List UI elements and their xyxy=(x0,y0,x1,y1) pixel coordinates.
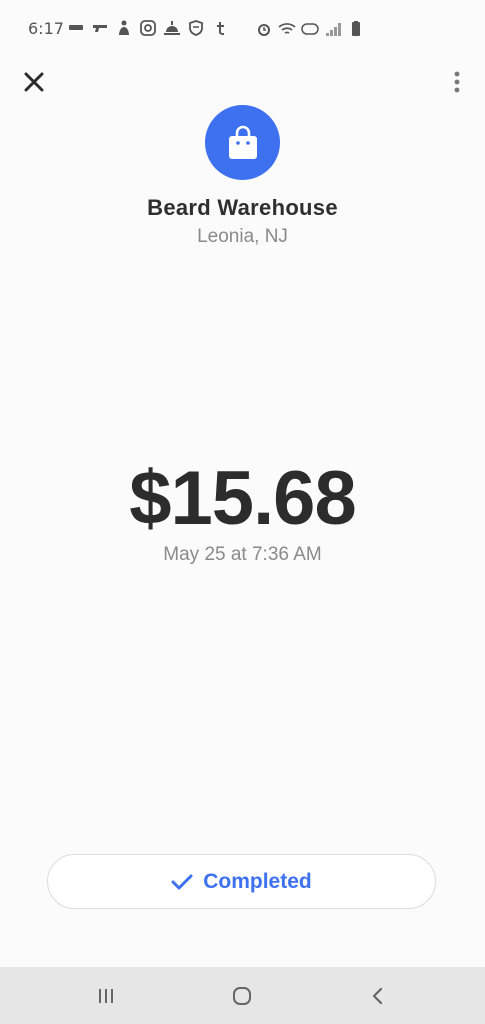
signal-icon xyxy=(324,20,342,38)
back-button[interactable] xyxy=(363,981,393,1011)
close-button[interactable] xyxy=(18,66,50,98)
figure-icon xyxy=(115,19,133,37)
more-options-button[interactable] xyxy=(445,66,469,98)
shopping-bag-icon xyxy=(228,125,257,159)
status-completed-button[interactable]: Completed xyxy=(47,854,436,909)
close-icon xyxy=(24,72,44,92)
recents-button[interactable] xyxy=(91,981,121,1011)
recents-icon xyxy=(99,989,113,1003)
transaction-amount: $15.68 xyxy=(129,456,356,541)
status-label: Completed xyxy=(203,869,312,893)
status-time: 6:17 xyxy=(28,19,64,38)
more-vertical-icon xyxy=(454,71,460,93)
merchant-location: Leonia, NJ xyxy=(197,226,288,247)
home-button[interactable] xyxy=(227,981,257,1011)
gun-icon xyxy=(91,19,109,37)
instagram-icon xyxy=(139,19,157,37)
tumblr-icon xyxy=(211,19,229,37)
checkmark-icon xyxy=(171,874,193,889)
home-icon xyxy=(233,987,251,1005)
back-icon xyxy=(372,987,383,1005)
message-icon xyxy=(67,19,85,37)
wifi-icon xyxy=(278,20,296,38)
sunrise-icon xyxy=(163,19,181,37)
battery-icon xyxy=(347,20,365,38)
merchant-name: Beard Warehouse xyxy=(147,195,338,220)
transaction-date: May 25 at 7:36 AM xyxy=(163,544,322,565)
status-right-icons xyxy=(255,20,365,38)
status-bar: 6:17 xyxy=(0,0,485,58)
merchant-avatar xyxy=(205,105,280,180)
status-left-icons xyxy=(67,19,229,37)
alarm-icon xyxy=(255,20,273,38)
shield-icon xyxy=(187,19,205,37)
system-nav-bar xyxy=(0,967,485,1024)
volte-icon xyxy=(301,20,319,38)
